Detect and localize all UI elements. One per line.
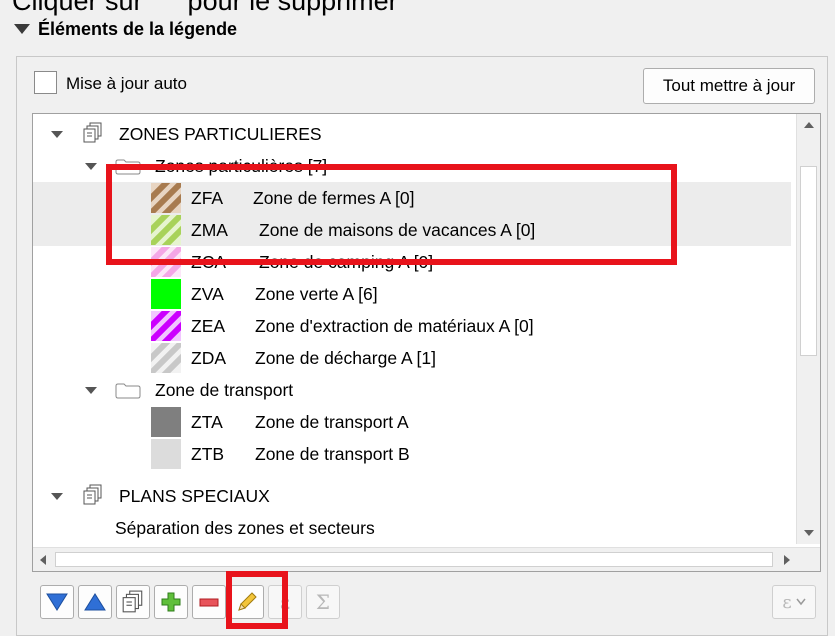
item-name: Séparation des zones et secteurs bbox=[115, 517, 375, 538]
auto-update-checkbox[interactable] bbox=[34, 71, 57, 94]
tree-subgroup-zones-particulieres[interactable]: Zones particulières [7] bbox=[33, 150, 791, 182]
sigma-icon: Σ bbox=[315, 590, 331, 614]
move-up-button[interactable] bbox=[78, 585, 112, 619]
scroll-left-icon[interactable] bbox=[40, 555, 46, 565]
legend-item-zfa[interactable]: ZFA Zone de fermes A [0] bbox=[33, 182, 791, 214]
layer-group-icon bbox=[83, 484, 102, 505]
legend-items-section-header[interactable]: Éléments de la légende bbox=[14, 16, 237, 42]
legend-item-separation[interactable]: Séparation des zones et secteurs bbox=[33, 512, 791, 544]
item-code: ZFA bbox=[191, 187, 224, 208]
remove-item-button[interactable] bbox=[192, 585, 226, 619]
item-code: ZTA bbox=[191, 411, 223, 432]
chevron-down-icon bbox=[796, 598, 806, 606]
solid-swatch-icon bbox=[151, 279, 181, 309]
item-name: Zone de décharge A [1] bbox=[255, 347, 436, 368]
legend-tree[interactable]: ZONES PARTICULIERES Zones particulières … bbox=[32, 113, 821, 572]
item-code: ZEA bbox=[191, 315, 226, 336]
item-name: Zone de transport B bbox=[255, 443, 410, 464]
horizontal-scrollbar[interactable] bbox=[33, 547, 820, 571]
minus-icon bbox=[199, 598, 219, 607]
triangle-up-icon bbox=[84, 593, 106, 611]
layer-group-icon bbox=[83, 122, 102, 143]
tree-subgroup-label: Zone de transport bbox=[155, 379, 294, 400]
tree-group-label: PLANS SPECIAUX bbox=[119, 485, 270, 506]
legend-item-zta[interactable]: ZTA Zone de transport A bbox=[33, 406, 791, 438]
legend-item-zma[interactable]: ZMA Zone de maisons de vacances A [0] bbox=[33, 214, 791, 246]
tree-group-zones-particulieres[interactable]: ZONES PARTICULIERES bbox=[33, 118, 791, 150]
hatch-swatch-icon bbox=[151, 343, 181, 373]
scroll-up-icon[interactable] bbox=[804, 122, 814, 128]
collapse-triangle-icon bbox=[14, 24, 30, 34]
update-all-button[interactable]: Tout mettre à jour bbox=[643, 68, 815, 104]
folder-icon bbox=[115, 159, 141, 175]
item-name: Zone de transport A bbox=[255, 411, 409, 432]
expand-arrow-icon[interactable] bbox=[85, 163, 97, 170]
item-name: Zone de fermes A [0] bbox=[253, 187, 415, 208]
move-down-button[interactable] bbox=[40, 585, 74, 619]
scroll-down-icon[interactable] bbox=[804, 530, 814, 536]
scroll-right-icon[interactable] bbox=[784, 555, 790, 565]
hatch-swatch-icon bbox=[151, 247, 181, 277]
epsilon-filter-icon: ε bbox=[782, 591, 792, 613]
pencil-icon bbox=[238, 592, 257, 611]
section-title: Éléments de la légende bbox=[38, 18, 238, 39]
solid-swatch-icon bbox=[151, 407, 181, 437]
legend-item-zva[interactable]: ZVA Zone verte A [6] bbox=[33, 278, 791, 310]
instruction-caption: Cliquer sur pour le supprimer bbox=[12, 0, 398, 16]
tree-group-plans-speciaux[interactable]: PLANS SPECIAUX bbox=[33, 480, 791, 512]
tree-group-label: ZONES PARTICULIERES bbox=[119, 123, 322, 144]
hatch-swatch-icon bbox=[151, 183, 181, 213]
legend-item-zea[interactable]: ZEA Zone d'extraction de matériaux A [0] bbox=[33, 310, 791, 342]
expand-arrow-icon[interactable] bbox=[85, 387, 97, 394]
group-layers-icon bbox=[122, 590, 143, 613]
item-code: ZTB bbox=[191, 443, 225, 464]
item-code: ZVA bbox=[191, 283, 224, 304]
legend-item-ztb[interactable]: ZTB Zone de transport B bbox=[33, 438, 791, 470]
add-group-button[interactable] bbox=[116, 585, 150, 619]
item-code: ZMA bbox=[191, 219, 228, 240]
tree-subgroup-zone-de-transport[interactable]: Zone de transport bbox=[33, 374, 791, 406]
plus-icon bbox=[161, 592, 181, 612]
folder-icon bbox=[115, 383, 141, 399]
edit-item-button[interactable] bbox=[230, 585, 264, 619]
expand-arrow-icon[interactable] bbox=[51, 493, 63, 500]
legend-item-zca[interactable]: ZCA Zone de camping A [0] bbox=[33, 246, 791, 278]
filter-expression-button[interactable]: ε bbox=[772, 585, 816, 619]
item-name: Zone verte A [6] bbox=[255, 283, 378, 304]
epsilon-icon: ε bbox=[279, 590, 291, 614]
tree-subgroup-label: Zones particulières [7] bbox=[155, 155, 328, 176]
vertical-scroll-thumb[interactable] bbox=[800, 166, 817, 356]
legend-toolbar: ε Σ ε bbox=[36, 585, 826, 621]
item-code: ZDA bbox=[191, 347, 226, 368]
vertical-scrollbar[interactable] bbox=[796, 114, 820, 544]
sum-button[interactable]: Σ bbox=[306, 585, 340, 619]
add-item-button[interactable] bbox=[154, 585, 188, 619]
item-name: Zone de camping A [0] bbox=[259, 251, 434, 272]
triangle-down-icon bbox=[46, 593, 68, 611]
item-name: Zone d'extraction de matériaux A [0] bbox=[255, 315, 534, 336]
horizontal-scroll-thumb[interactable] bbox=[55, 552, 773, 567]
hatch-swatch-icon bbox=[151, 215, 181, 245]
hatch-swatch-icon bbox=[151, 311, 181, 341]
expression-button[interactable]: ε bbox=[268, 585, 302, 619]
solid-swatch-icon bbox=[151, 439, 181, 469]
expand-arrow-icon[interactable] bbox=[51, 131, 63, 138]
item-code: ZCA bbox=[191, 251, 226, 272]
legend-item-zda[interactable]: ZDA Zone de décharge A [1] bbox=[33, 342, 791, 374]
auto-update-label: Mise à jour auto bbox=[66, 74, 187, 93]
item-name: Zone de maisons de vacances A [0] bbox=[259, 219, 536, 240]
